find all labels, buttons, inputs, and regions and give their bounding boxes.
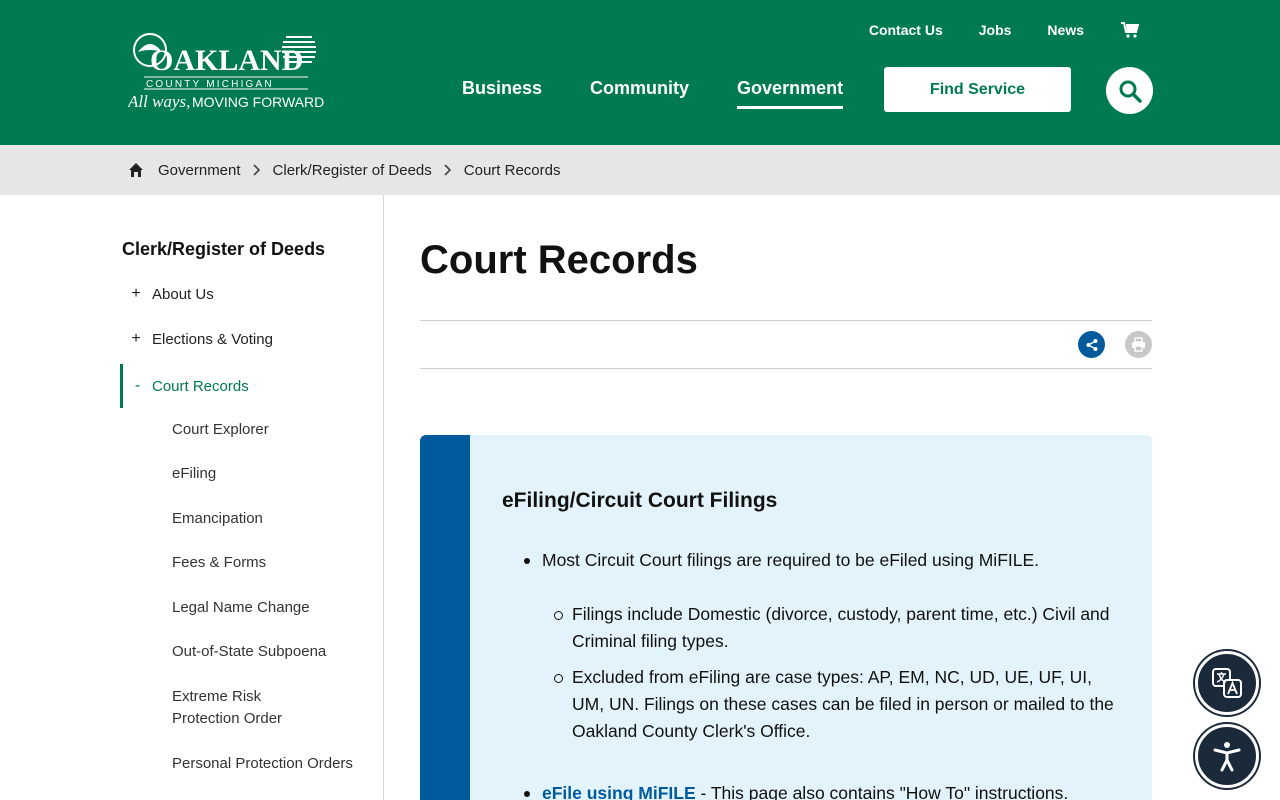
list-item: eFile using MiFILE - This page also cont… — [502, 780, 1122, 800]
list-item: Excluded from eFiling are case types: AP… — [502, 664, 1122, 745]
svg-text:MOVING FORWARD: MOVING FORWARD — [192, 94, 324, 110]
sidebar-subitem-erpo[interactable]: Extreme Risk Protection Order — [172, 686, 302, 730]
list-item: Most Circuit Court filings are required … — [502, 547, 1122, 574]
utility-nav: Contact Us Jobs News — [851, 20, 1140, 40]
nav-business[interactable]: Business — [462, 78, 542, 109]
sidebar-subitem-legal-name-change[interactable]: Legal Name Change — [172, 597, 372, 619]
sidebar-subitem-efiling[interactable]: eFiling — [172, 463, 372, 485]
link-suffix: - This page also contains "How To" instr… — [695, 783, 1069, 800]
efiling-callout: eFiling/Circuit Court Filings Most Circu… — [420, 435, 1152, 800]
chevron-right-icon — [444, 164, 451, 176]
site-header: OAKLAND COUNTY MICHIGAN All ways, MOVING… — [0, 0, 1280, 145]
breadcrumb: Government Clerk/Register of Deeds Court… — [0, 145, 1280, 195]
print-icon — [1132, 337, 1145, 352]
efile-mifile-link[interactable]: eFile using MiFILE — [542, 783, 696, 800]
translate-button[interactable] — [1195, 651, 1259, 715]
sidebar-subitem-fees-forms[interactable]: Fees & Forms — [172, 552, 372, 574]
contact-us-link[interactable]: Contact Us — [851, 22, 961, 38]
callout-heading: eFiling/Circuit Court Filings — [502, 489, 778, 512]
sidebar-subitem-court-explorer[interactable]: Court Explorer — [172, 419, 372, 441]
chevron-right-icon — [252, 164, 260, 176]
print-button[interactable] — [1125, 331, 1152, 358]
sidebar-item-elections[interactable]: + Elections & Voting — [120, 330, 273, 348]
share-button[interactable] — [1078, 331, 1105, 358]
oakland-county-logo[interactable]: OAKLAND COUNTY MICHIGAN All ways, MOVING… — [128, 30, 324, 114]
share-icon — [1086, 338, 1097, 351]
sidebar-item-about-us[interactable]: + About Us — [120, 285, 214, 303]
accessibility-button[interactable] — [1195, 724, 1259, 788]
breadcrumb-clerk[interactable]: Clerk/Register of Deeds — [273, 162, 432, 179]
callout-accent-bar — [420, 435, 470, 800]
sidebar-item-court-records[interactable]: - Court Records — [120, 364, 249, 408]
search-button[interactable] — [1106, 67, 1153, 114]
plus-icon[interactable]: + — [120, 330, 152, 348]
nav-community[interactable]: Community — [590, 78, 689, 109]
minus-icon[interactable]: - — [123, 377, 152, 395]
nav-government[interactable]: Government — [737, 78, 844, 109]
cart-icon[interactable] — [1120, 20, 1140, 40]
home-icon[interactable] — [128, 162, 144, 178]
list-item: Filings include Domestic (divorce, custo… — [502, 601, 1122, 655]
accessibility-icon — [1213, 742, 1241, 772]
sidebar-item-label: Elections & Voting — [152, 330, 273, 348]
main-nav: Business Community Government — [462, 78, 891, 109]
sidebar-item-label: About Us — [152, 285, 214, 303]
jobs-link[interactable]: Jobs — [961, 22, 1030, 38]
svg-text:OAKLAND: OAKLAND — [150, 44, 303, 77]
sidebar-item-label: Court Records — [152, 377, 249, 395]
sidebar: Clerk/Register of Deeds + About Us + Ele… — [0, 195, 384, 800]
search-icon — [1119, 80, 1142, 103]
breadcrumb-current: Court Records — [463, 161, 561, 179]
news-link[interactable]: News — [1029, 22, 1102, 38]
svg-text:All ways,: All ways, — [128, 92, 190, 111]
breadcrumb-government[interactable]: Government — [158, 162, 241, 179]
sidebar-subitem-ppo[interactable]: Personal Protection Orders — [172, 753, 372, 775]
page-toolbar — [420, 320, 1152, 369]
page-title: Court Records — [420, 238, 698, 282]
find-service-button[interactable]: Find Service — [884, 67, 1071, 112]
sidebar-subitem-out-of-state-subpoena[interactable]: Out-of-State Subpoena — [172, 641, 372, 663]
plus-icon[interactable]: + — [120, 285, 152, 303]
svg-text:COUNTY MICHIGAN: COUNTY MICHIGAN — [146, 79, 274, 90]
sidebar-subitem-emancipation[interactable]: Emancipation — [172, 508, 372, 530]
translate-icon — [1212, 668, 1242, 698]
callout-list: Most Circuit Court filings are required … — [502, 547, 1122, 800]
sidebar-title[interactable]: Clerk/Register of Deeds — [122, 239, 325, 260]
